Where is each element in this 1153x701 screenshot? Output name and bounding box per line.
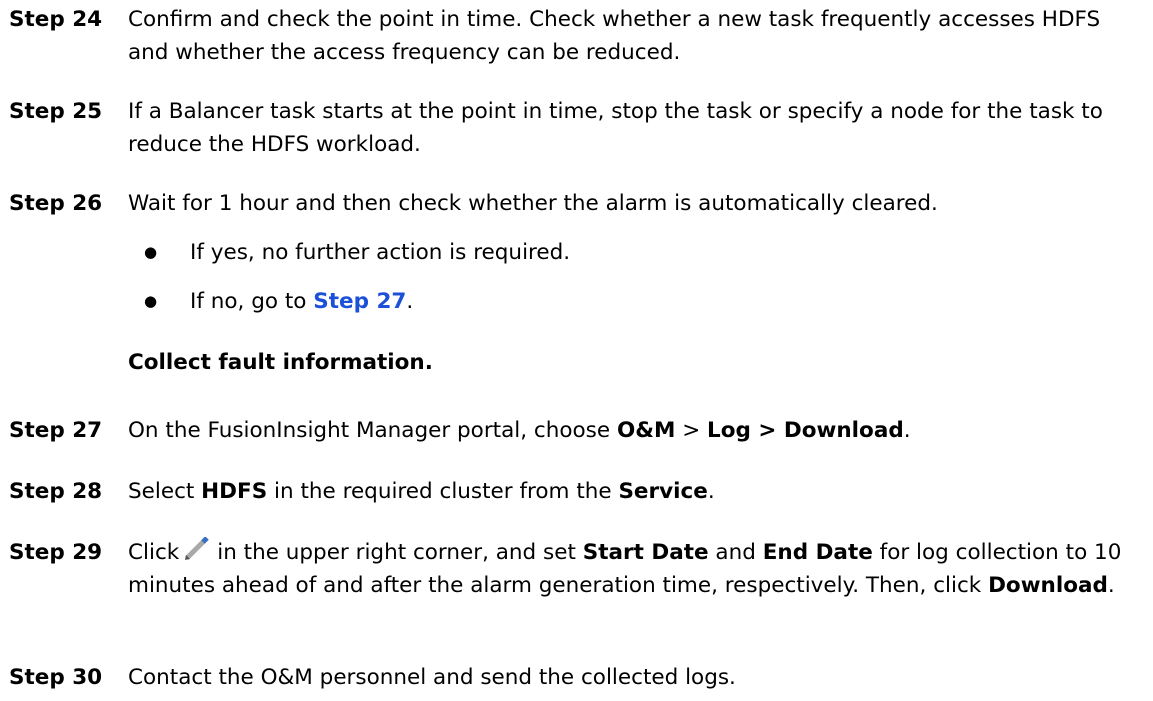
step-29-text-b: in the upper right corner, and set	[217, 540, 583, 565]
bullet-text-prefix: If no, go to	[190, 289, 314, 314]
document-page: { "steps": { "s24": {"label": "Step 24",…	[0, 0, 1153, 701]
step-30-text: Contact the O&M personnel and send the c…	[128, 665, 736, 690]
bullet-icon: ●	[144, 243, 158, 261]
step-28-text: Select HDFS in the required cluster from…	[128, 475, 1138, 508]
step-29-label: Step 29	[9, 540, 103, 565]
menu-log-download: Log > Download	[707, 418, 904, 443]
bullet-text-suffix: .	[406, 289, 414, 314]
end-date-label: End Date	[762, 540, 873, 565]
step-27-text-a: On the FusionInsight Manager portal, cho…	[128, 418, 617, 443]
service-label: Service	[618, 479, 708, 504]
step-25-text: If a Balancer task starts at the point i…	[128, 99, 1103, 157]
step-29-text-e: .	[1107, 573, 1115, 598]
bullet-text: If no, go to Step 27.	[190, 285, 413, 318]
section-heading: Collect fault information.	[128, 350, 433, 375]
bullet-text: If yes, no further action is required.	[190, 240, 571, 265]
step-29-text: Click in the upper right corner, and set…	[128, 536, 1138, 602]
bullet-icon: ●	[144, 292, 158, 310]
step-26-text: Wait for 1 hour and then check whether t…	[128, 191, 938, 216]
step-30-label: Step 30	[9, 665, 103, 690]
step-24-text: Confirm and check the point in time. Che…	[128, 7, 1101, 65]
step-28-text-a: Select	[128, 479, 202, 504]
step-28-text-b: in the required cluster from the	[267, 479, 619, 504]
step-25-label: Step 25	[9, 99, 103, 124]
step-29-text-c: and	[708, 540, 763, 565]
download-label: Download	[988, 573, 1108, 598]
step-27-link[interactable]: Step 27	[313, 289, 406, 314]
step-24-label: Step 24	[9, 7, 103, 32]
step-28-text-c: .	[707, 479, 715, 504]
service-hdfs: HDFS	[201, 479, 268, 504]
step-27-label: Step 27	[9, 418, 103, 443]
step-29-text-a: Click	[128, 540, 180, 565]
step-27-text: On the FusionInsight Manager portal, cho…	[128, 414, 1138, 447]
start-date-label: Start Date	[582, 540, 709, 565]
menu-om: O&M	[616, 418, 676, 443]
step-26-label: Step 26	[9, 191, 103, 216]
step-27-text-b: >	[675, 418, 708, 443]
pencil-edit-icon	[183, 536, 211, 561]
step-28-label: Step 28	[9, 479, 103, 504]
step-27-text-c: .	[903, 418, 911, 443]
